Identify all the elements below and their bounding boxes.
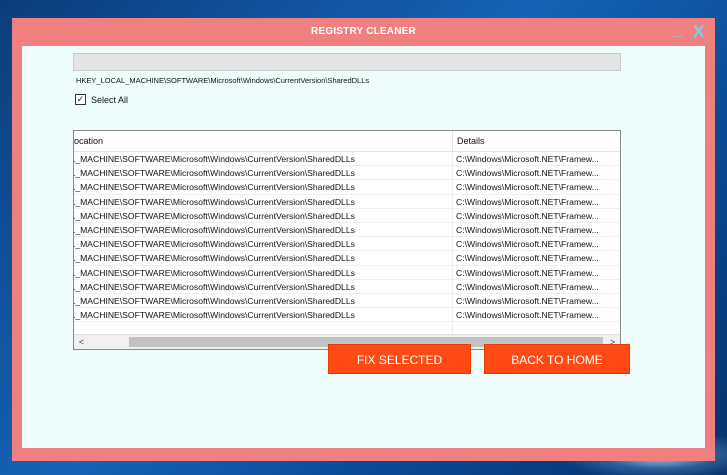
cell-location: HKEY_LOCAL_MACHINE\SOFTWARE\Microsoft\Wi… [74, 310, 355, 321]
fix-selected-button[interactable]: FIX SELECTED [328, 344, 471, 374]
cell-details: C:\Windows\Microsoft.NET\Framew... [456, 182, 599, 193]
column-header-details[interactable]: Details [457, 131, 485, 152]
cell-details: C:\Windows\Microsoft.NET\Framew... [456, 224, 599, 235]
table-row[interactable]: HKEY_LOCAL_MACHINE\SOFTWARE\Microsoft\Wi… [74, 152, 620, 167]
cell-location: HKEY_LOCAL_MACHINE\SOFTWARE\Microsoft\Wi… [74, 168, 355, 179]
column-divider[interactable] [452, 131, 453, 152]
table-row[interactable]: HKEY_LOCAL_MACHINE\SOFTWARE\Microsoft\Wi… [74, 237, 620, 252]
cell-location: HKEY_LOCAL_MACHINE\SOFTWARE\Microsoft\Wi… [74, 224, 355, 235]
checkbox-checked-icon[interactable]: ✓ [75, 94, 86, 105]
current-scan-path: HKEY_LOCAL_MACHINE\SOFTWARE\Microsoft\Wi… [76, 76, 370, 85]
select-all-checkbox[interactable]: ✓ Select All [75, 94, 128, 105]
cell-details: C:\Windows\Microsoft.NET\Framew... [456, 154, 599, 164]
grid-rows: HKEY_LOCAL_MACHINE\SOFTWARE\Microsoft\Wi… [74, 152, 620, 323]
cell-location: HKEY_LOCAL_MACHINE\SOFTWARE\Microsoft\Wi… [74, 154, 355, 164]
select-all-label: Select All [91, 94, 129, 105]
main-content: HKEY_LOCAL_MACHINE\SOFTWARE\Microsoft\Wi… [22, 46, 705, 448]
cell-location: HKEY_LOCAL_MACHINE\SOFTWARE\Microsoft\Wi… [74, 196, 355, 207]
table-row[interactable]: HKEY_LOCAL_MACHINE\SOFTWARE\Microsoft\Wi… [74, 280, 620, 294]
scan-progress-bar [73, 53, 621, 71]
cell-location: HKEY_LOCAL_MACHINE\SOFTWARE\Microsoft\Wi… [74, 267, 355, 278]
registry-cleaner-window: REGISTRY CLEANER _ X HKEY_LOCAL_MACHINE\… [12, 18, 715, 461]
table-row[interactable]: HKEY_LOCAL_MACHINE\SOFTWARE\Microsoft\Wi… [74, 251, 620, 266]
back-to-home-button[interactable]: BACK TO HOME [484, 344, 630, 374]
cell-details: C:\Windows\Microsoft.NET\Framew... [456, 281, 599, 292]
results-grid[interactable]: Location Details HKEY_LOCAL_MACHINE\SOFT… [73, 130, 621, 350]
cell-location: HKEY_LOCAL_MACHINE\SOFTWARE\Microsoft\Wi… [74, 253, 355, 264]
cell-location: HKEY_LOCAL_MACHINE\SOFTWARE\Microsoft\Wi… [74, 210, 355, 221]
cell-location: HKEY_LOCAL_MACHINE\SOFTWARE\Microsoft\Wi… [74, 281, 355, 292]
scroll-left-icon[interactable]: < [74, 335, 89, 349]
table-row[interactable]: HKEY_LOCAL_MACHINE\SOFTWARE\Microsoft\Wi… [74, 266, 620, 280]
table-row[interactable]: HKEY_LOCAL_MACHINE\SOFTWARE\Microsoft\Wi… [74, 166, 620, 181]
table-row[interactable]: HKEY_LOCAL_MACHINE\SOFTWARE\Microsoft\Wi… [74, 223, 620, 238]
minimize-button[interactable]: _ [673, 16, 682, 44]
column-header-location[interactable]: Location [74, 131, 452, 152]
cell-details: C:\Windows\Microsoft.NET\Framew... [456, 295, 599, 306]
cell-details: C:\Windows\Microsoft.NET\Framew... [456, 253, 599, 264]
close-button[interactable]: X [693, 18, 704, 46]
cell-details: C:\Windows\Microsoft.NET\Framew... [456, 310, 599, 321]
cell-details: C:\Windows\Microsoft.NET\Framew... [456, 196, 599, 207]
cell-location: HKEY_LOCAL_MACHINE\SOFTWARE\Microsoft\Wi… [74, 182, 355, 193]
table-row[interactable]: HKEY_LOCAL_MACHINE\SOFTWARE\Microsoft\Wi… [74, 308, 620, 323]
cell-details: C:\Windows\Microsoft.NET\Framew... [456, 210, 599, 221]
cell-details: C:\Windows\Microsoft.NET\Framew... [456, 239, 599, 250]
table-row[interactable]: HKEY_LOCAL_MACHINE\SOFTWARE\Microsoft\Wi… [74, 209, 620, 223]
cell-details: C:\Windows\Microsoft.NET\Framew... [456, 267, 599, 278]
cell-location: HKEY_LOCAL_MACHINE\SOFTWARE\Microsoft\Wi… [74, 295, 355, 306]
window-title: REGISTRY CLEANER [311, 26, 416, 37]
cell-details: C:\Windows\Microsoft.NET\Framew... [456, 168, 599, 179]
table-row[interactable]: HKEY_LOCAL_MACHINE\SOFTWARE\Microsoft\Wi… [74, 195, 620, 209]
grid-header: Location Details [74, 131, 620, 152]
cell-location: HKEY_LOCAL_MACHINE\SOFTWARE\Microsoft\Wi… [74, 239, 355, 250]
table-row[interactable]: HKEY_LOCAL_MACHINE\SOFTWARE\Microsoft\Wi… [74, 180, 620, 195]
table-row[interactable]: HKEY_LOCAL_MACHINE\SOFTWARE\Microsoft\Wi… [74, 294, 620, 309]
